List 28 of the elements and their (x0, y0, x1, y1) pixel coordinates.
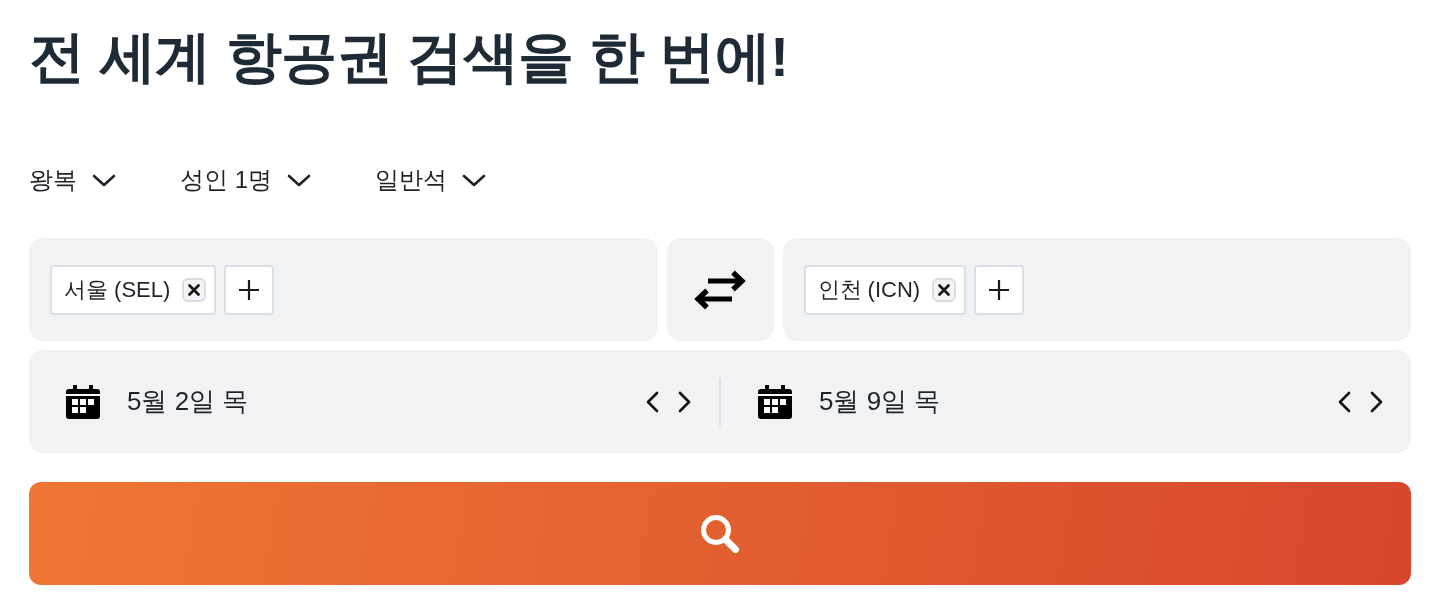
chevron-down-icon (287, 173, 311, 187)
chevron-right-icon[interactable] (677, 390, 692, 413)
swap-button[interactable] (666, 238, 774, 341)
close-icon[interactable] (182, 277, 207, 302)
add-location-button[interactable] (224, 264, 275, 315)
chevron-left-icon[interactable] (645, 390, 660, 413)
calendar-icon (758, 384, 792, 419)
chevron-left-icon[interactable] (1337, 390, 1352, 413)
destination-field[interactable]: 인천 (ICN) (782, 238, 1411, 341)
origin-field[interactable]: 서울 (SEL) (29, 238, 658, 341)
chevron-down-icon (92, 173, 116, 187)
chevron-down-icon (462, 173, 486, 187)
date-button[interactable]: 5월 9일 목 (819, 384, 941, 419)
calendar-icon (66, 384, 100, 419)
dropdown-button[interactable]: 성인 1명 (180, 160, 311, 200)
close-icon[interactable] (932, 277, 957, 302)
dropdown-button[interactable]: 왕복 (29, 160, 116, 200)
plus-icon (988, 278, 1011, 301)
add-location-button[interactable] (974, 264, 1025, 315)
location-chip[interactable]: 서울 (SEL) (50, 264, 217, 315)
dropdown-button[interactable]: 일반석 (375, 160, 486, 200)
swap-arrows-icon (693, 268, 747, 311)
chevron-right-icon[interactable] (1369, 390, 1384, 413)
page-title: 전 세계 항공권 검색을 한 번에! (29, 24, 789, 90)
search-icon (700, 513, 740, 554)
location-chip[interactable]: 인천 (ICN) (803, 264, 967, 315)
date-button[interactable]: 5월 2일 목 (127, 384, 249, 419)
plus-icon (238, 278, 261, 301)
